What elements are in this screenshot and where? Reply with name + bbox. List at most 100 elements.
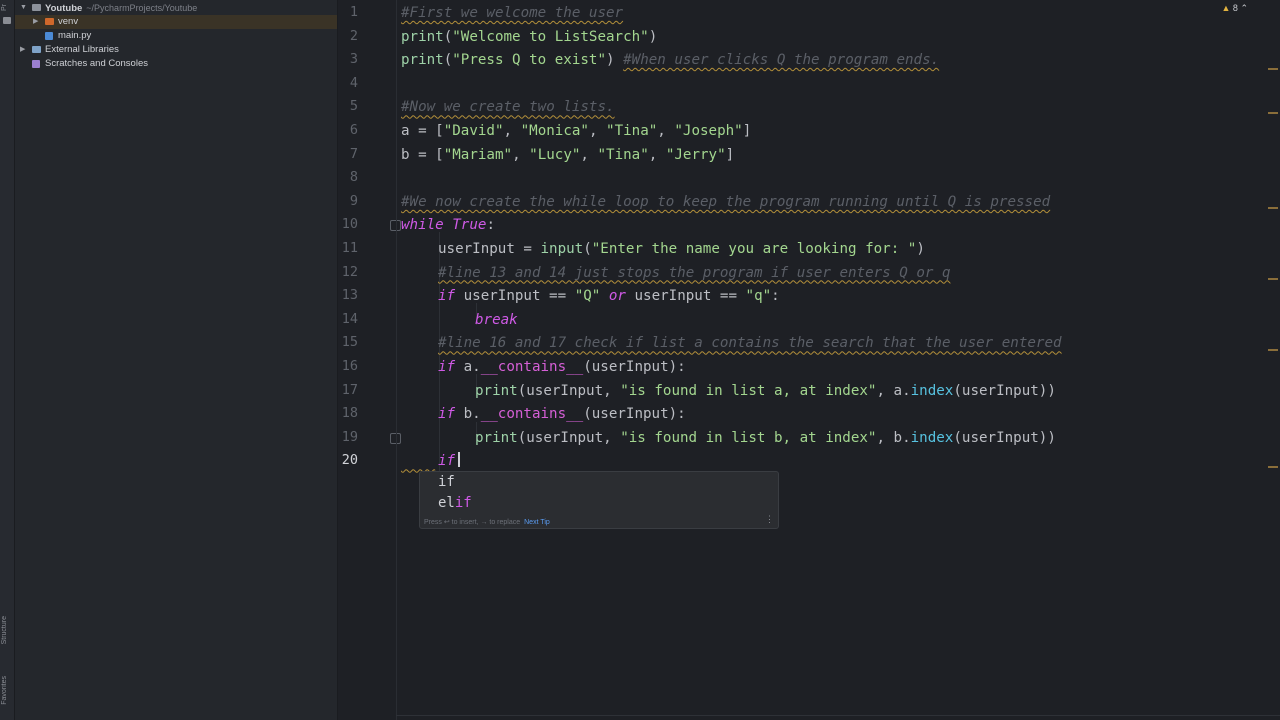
line-number: 9 [349,192,358,209]
keyword: True [452,217,487,234]
folder-icon [32,4,41,11]
code-text: (userInput): [583,359,686,375]
tree-item-label: Scratches and Consoles [45,58,148,69]
warning-mark[interactable] [1268,68,1278,70]
code-text: userInput == [625,288,746,305]
punctuation: , [648,146,666,163]
punctuation: , [503,123,521,139]
code-line-5: #Now we create two lists. [401,97,615,117]
code-text: b. [455,406,481,423]
comment: #We now create the while loop to keep th… [401,193,1051,210]
warning-mark[interactable] [1268,207,1278,209]
punctuation: ( [443,52,453,69]
method-name: __contains__ [480,406,584,423]
completion-match: if [454,495,472,511]
completion-item[interactable]: elif [438,493,472,513]
punctuation: : [771,288,780,305]
line-number: 1 [349,4,358,20]
code-line-17: print(userInput, "is found in list a, at… [475,381,1056,401]
line-number: 4 [349,74,358,91]
warning-mark[interactable] [1268,349,1278,351]
code-text: (userInput, [517,429,621,446]
comment: #line 13 and 14 just stops the program i… [438,264,951,281]
string-literal: "Mariam" [443,146,513,163]
code-text: , a. [876,382,911,399]
more-options-icon[interactable]: ⋮ [765,515,774,525]
punctuation: ] [742,123,752,139]
punctuation: : [486,217,495,234]
warnings-count: 8 [1232,3,1238,13]
line-number: 19 [341,428,358,445]
folder-icon [45,18,54,25]
tree-item-label: main.py [58,30,92,41]
code-line-15: #line 16 and 17 check if list a contains… [438,333,1062,353]
warnings-indicator[interactable]: ▲ 8 ⌃ [1221,3,1248,14]
code-line-14: break [475,310,518,330]
completion-hint: Press ↩ to insert, → to replace [424,519,521,526]
string-literal: "Welcome to ListSearch" [452,28,649,45]
string-literal: "Q" [574,288,601,305]
code-line-20-content: if [438,451,460,471]
function-name: print [401,28,444,45]
project-root-path: ~/PycharmProjects/Youtube [86,3,198,13]
warning-mark[interactable] [1268,112,1278,114]
string-literal: "Tina" [606,123,658,139]
left-tool-strip: Pr Structure Favorites [0,0,15,720]
code-text: a = [ [401,123,444,139]
warning-mark[interactable] [1268,278,1278,280]
keyword: if [438,453,456,470]
line-number: 17 [341,381,358,398]
string-literal: "Tina" [597,146,649,163]
tree-item-label: External Libraries [45,44,119,55]
line-number: 8 [349,169,358,186]
method-name: index [910,429,954,446]
string-literal: "David" [443,123,504,139]
line-number: 2 [349,27,358,44]
code-text: b = [ [401,146,444,163]
next-tip-link[interactable]: Next Tip [524,519,550,526]
keyword: if [438,288,456,305]
code-line-20 [401,451,435,471]
tree-root[interactable]: ▼ Youtube ~/PycharmProjects/Youtube [15,1,337,15]
folder-icon[interactable] [3,17,11,24]
string-literal: "q" [745,288,772,305]
chevron-right-icon[interactable]: ▶ [33,15,38,29]
chevron-right-icon[interactable]: ▶ [20,43,25,57]
tree-item-venv[interactable]: ▶ venv [15,15,337,29]
tree-item-label: venv [58,16,79,27]
favorites-tool-tab[interactable]: Favorites [1,676,8,705]
function-name: print [475,382,518,399]
line-number: 14 [341,310,358,327]
completion-item[interactable]: if [438,472,455,492]
tree-item-scratches[interactable]: Scratches and Consoles [15,57,337,71]
completion-match: if [438,474,455,490]
code-editor[interactable]: #First we welcome the user print("Welcom… [397,0,1280,720]
string-literal: "Joseph" [674,123,743,139]
project-tool-tab[interactable]: Pr [1,4,8,11]
structure-tool-tab[interactable]: Structure [1,616,8,644]
line-number: 10 [341,216,358,233]
keyword: if [438,406,456,423]
tree-item-external-libraries[interactable]: ▶ External Libraries [15,43,337,57]
code-line-18: if b.__contains__(userInput): [438,404,686,424]
line-number: 3 [349,51,358,68]
line-number: 6 [349,122,358,138]
code-text: , b. [876,429,911,446]
punctuation: ) [648,28,658,45]
scratch-icon [32,60,40,68]
warning-mark[interactable] [1268,466,1278,468]
code-line-6: a = ["David", "Monica", "Tina", "Joseph"… [401,121,751,141]
code-line-9: #We now create the while loop to keep th… [401,192,1050,212]
error-stripe[interactable] [1266,0,1280,720]
chevron-up-icon[interactable]: ⌃ [1240,3,1248,13]
code-line-2: print("Welcome to ListSearch") [401,27,657,47]
chevron-down-icon[interactable]: ▼ [20,1,27,15]
keyword: break [475,311,518,328]
code-text: userInput = [438,241,541,257]
warning-icon: ▲ [1221,3,1231,13]
line-number: 7 [349,145,358,162]
line-number-gutter[interactable]: 1 2 3 4 5 6 7 8 9 10 11 12 13 14 15 16 1… [338,0,401,720]
tree-item-main-py[interactable]: main.py [15,29,337,43]
string-literal: "is found in list b, at index" [620,429,877,446]
